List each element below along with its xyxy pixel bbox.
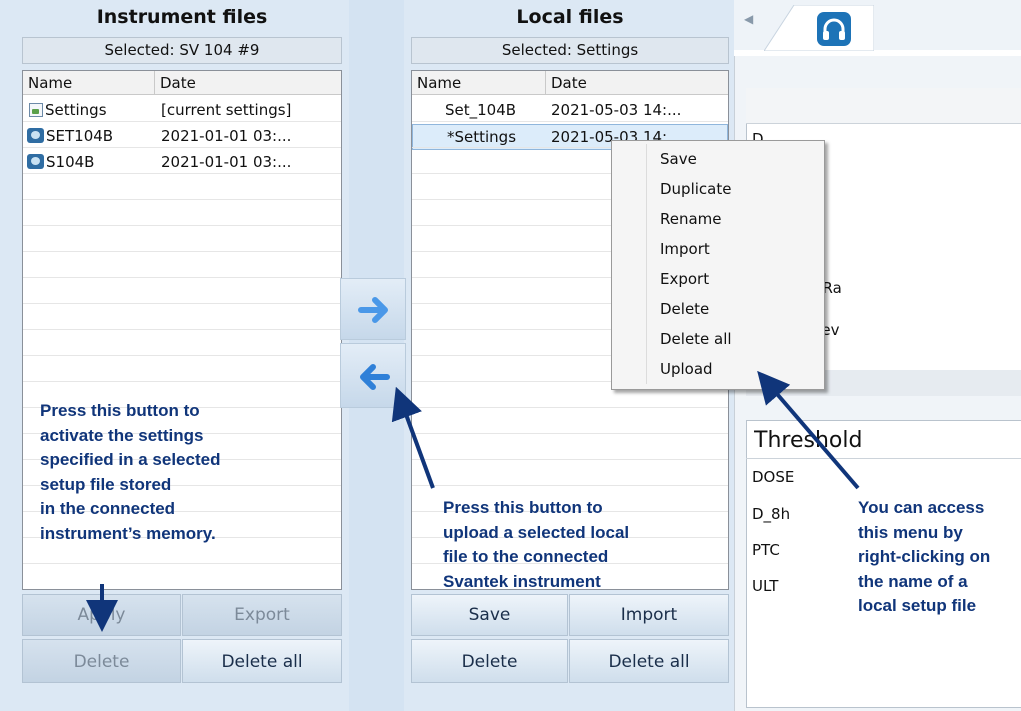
- upload-pointer-arrow: [391, 386, 435, 489]
- menu-pointer-arrow: [757, 370, 860, 490]
- annotation-arrows: [86, 370, 860, 632]
